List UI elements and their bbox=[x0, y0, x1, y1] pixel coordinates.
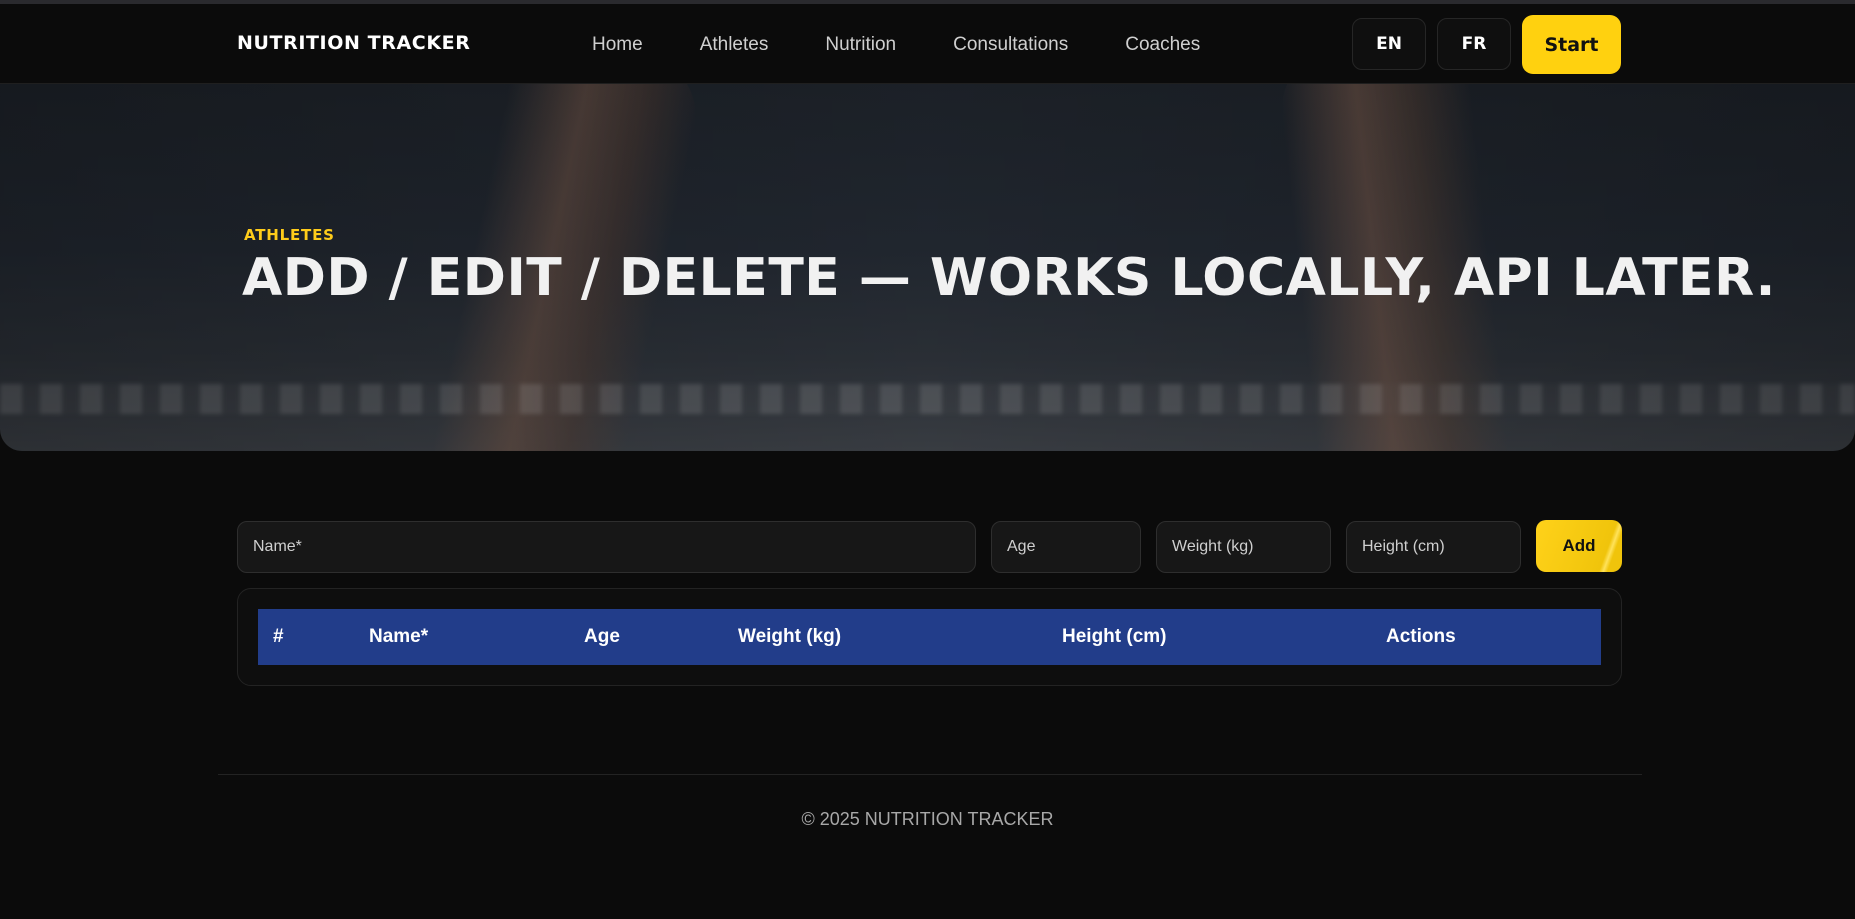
main-nav: Home Athletes Nutrition Consultations Co… bbox=[592, 34, 1257, 56]
page-title: ADD / EDIT / DELETE — WORKS LOCALLY, API… bbox=[242, 248, 1776, 308]
footer-divider bbox=[218, 774, 1642, 775]
column-header-weight: Weight (kg) bbox=[738, 626, 842, 647]
hero-eyebrow: ATHLETES bbox=[244, 226, 335, 244]
footer-copyright: © 2025 NUTRITION TRACKER bbox=[801, 809, 1054, 829]
column-header-actions: Actions bbox=[1386, 626, 1456, 647]
hero-banner: ATHLETES ADD / EDIT / DELETE — WORKS LOC… bbox=[0, 84, 1855, 451]
nav-link-athletes[interactable]: Athletes bbox=[700, 34, 769, 56]
height-input[interactable] bbox=[1346, 521, 1521, 573]
column-header-height: Height (cm) bbox=[1062, 626, 1167, 647]
column-header-name: Name* bbox=[369, 626, 429, 647]
table-header-row: # Name* Age Weight (kg) Height (cm) Acti… bbox=[258, 609, 1601, 665]
column-header-index: # bbox=[273, 626, 284, 647]
brand-logo[interactable]: NUTRITION TRACKER bbox=[237, 32, 470, 54]
age-input[interactable] bbox=[991, 521, 1141, 573]
add-button[interactable]: Add bbox=[1536, 520, 1622, 572]
nav-link-coaches[interactable]: Coaches bbox=[1125, 34, 1200, 56]
nav-link-nutrition[interactable]: Nutrition bbox=[825, 34, 896, 56]
nav-link-home[interactable]: Home bbox=[592, 34, 643, 56]
top-navbar: NUTRITION TRACKER Home Athletes Nutritio… bbox=[0, 4, 1855, 84]
weight-input[interactable] bbox=[1156, 521, 1331, 573]
column-header-age: Age bbox=[584, 626, 620, 647]
lang-fr-button[interactable]: FR bbox=[1437, 18, 1511, 70]
start-button[interactable]: Start bbox=[1522, 15, 1621, 74]
nav-link-consultations[interactable]: Consultations bbox=[953, 34, 1068, 56]
lang-en-button[interactable]: EN bbox=[1352, 18, 1426, 70]
name-input[interactable] bbox=[237, 521, 976, 573]
athletes-table: # Name* Age Weight (kg) Height (cm) Acti… bbox=[237, 588, 1622, 686]
